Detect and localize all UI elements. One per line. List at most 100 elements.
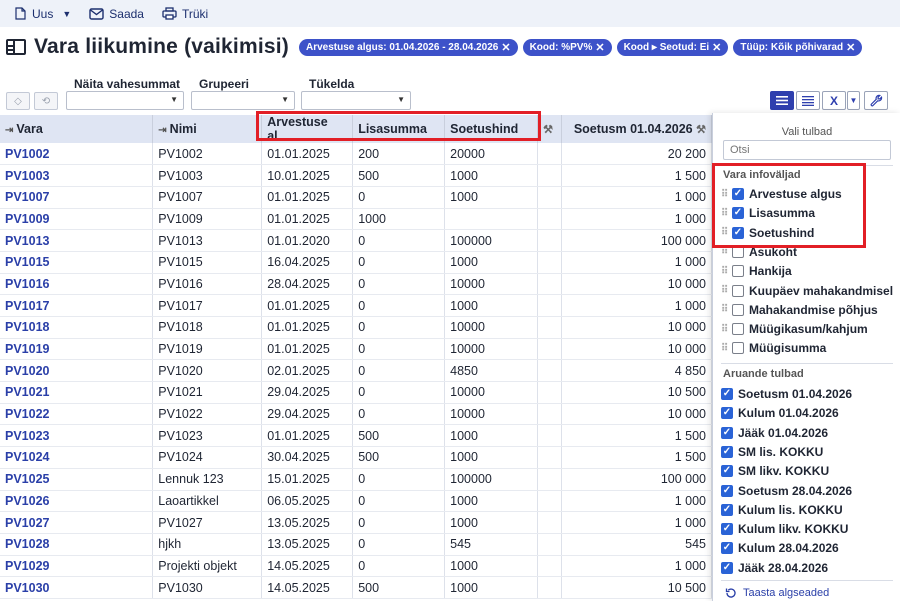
cell-asset-code[interactable]: PV1009	[0, 208, 154, 231]
column-checkbox[interactable]	[732, 323, 744, 336]
cell-asset-code[interactable]: PV1022	[0, 403, 154, 426]
cell-asset-code[interactable]: PV1016	[0, 273, 154, 296]
column-option[interactable]: ⠿ Müügikasum/kahjum	[721, 320, 868, 338]
column-option[interactable]: Jääk 28.04.2026	[721, 559, 828, 577]
column-option[interactable]: ⠿ Hankija	[721, 262, 792, 280]
column-option[interactable]: Soetusm 01.04.2026	[721, 385, 852, 403]
table-row[interactable]: PV1023 PV1023 01.01.2025 500 1000 1 500	[0, 424, 712, 448]
column-option[interactable]: ⠿ Arvestuse algus	[721, 185, 842, 203]
table-row[interactable]: PV1002 PV1002 01.01.2025 200 20000 20 200	[0, 143, 712, 166]
column-checkbox[interactable]	[721, 426, 733, 439]
filter-chip-code[interactable]: Kood: %PV% ✕	[522, 38, 612, 56]
drag-handle-icon[interactable]: ⠿	[721, 324, 730, 335]
table-row[interactable]: PV1018 PV1018 01.01.2025 0 10000 10 000	[0, 316, 712, 339]
send-button[interactable]: Saada	[83, 4, 150, 24]
table-row[interactable]: PV1017 PV1017 01.01.2025 0 1000 1 000	[0, 294, 712, 317]
drag-handle-icon[interactable]: ⠿	[721, 189, 730, 200]
column-option[interactable]: ⠿ Müügisumma	[721, 339, 826, 357]
column-option[interactable]: ⠿ Mahakandmise põhjus	[721, 301, 878, 319]
column-option[interactable]: ⠿ Asukoht	[721, 243, 797, 261]
column-checkbox[interactable]	[732, 284, 744, 297]
table-row[interactable]: PV1022 PV1022 29.04.2025 0 10000 10 000	[0, 403, 712, 426]
cell-asset-code[interactable]: PV1007	[0, 186, 154, 209]
cell-asset-code[interactable]: PV1017	[0, 294, 154, 317]
filter-chip-period[interactable]: Arvestuse algus: 01.04.2026 - 28.04.2026…	[299, 38, 518, 56]
column-option[interactable]: Kulum 01.04.2026	[721, 404, 839, 422]
column-option[interactable]: SM lis. KOKKU	[721, 443, 823, 461]
split-select[interactable]: ▼	[301, 91, 411, 110]
table-row[interactable]: PV1007 PV1007 01.01.2025 0 1000 1 000	[0, 186, 712, 209]
export-dropdown-button[interactable]: ▼	[847, 91, 860, 110]
drag-handle-icon[interactable]: ⠿	[721, 246, 730, 257]
column-checkbox[interactable]	[721, 445, 733, 458]
col-header-name[interactable]: ⇥ Nimi	[152, 115, 263, 143]
table-row[interactable]: PV1028 hjkh 13.05.2025 0 545 545	[0, 533, 712, 556]
column-option[interactable]: Jääk 01.04.2026	[721, 424, 828, 442]
drag-handle-icon[interactable]: ⠿	[721, 266, 730, 277]
table-row[interactable]: PV1030 PV1030 14.05.2025 500 1000 10 500	[0, 576, 712, 599]
filter-chip-linked[interactable]: Kood ▸ Seotud: Ei ✕	[616, 38, 729, 56]
column-checkbox[interactable]	[732, 265, 744, 278]
column-checkbox[interactable]	[721, 484, 733, 497]
filter-chip-type[interactable]: Tüüp: Kõik põhivarad ✕	[733, 38, 863, 56]
column-checkbox[interactable]	[721, 465, 733, 478]
cell-asset-code[interactable]: PV1023	[0, 424, 154, 448]
column-checkbox[interactable]	[721, 523, 733, 536]
col-header-tool[interactable]: ⚒	[537, 115, 563, 143]
table-row[interactable]: PV1029 Projekti objekt 14.05.2025 0 1000 1 00…	[0, 555, 712, 578]
collapse-button[interactable]: ◇	[6, 92, 30, 110]
column-option[interactable]: ⠿ Soetushind	[721, 224, 814, 242]
refresh-button[interactable]: ⟲	[34, 92, 58, 110]
cell-asset-code[interactable]: PV1019	[0, 338, 154, 361]
subtotals-select[interactable]: ▼	[66, 91, 184, 110]
column-option[interactable]: SM likv. KOKKU	[721, 462, 829, 480]
cell-asset-code[interactable]: PV1024	[0, 446, 154, 469]
list-view-button[interactable]	[770, 91, 794, 110]
table-row[interactable]: PV1020 PV1020 02.01.2025 0 4850 4 850	[0, 359, 712, 383]
table-row[interactable]: PV1024 PV1024 30.04.2025 500 1000 1 500	[0, 446, 712, 469]
drag-handle-icon[interactable]: ⠿	[721, 208, 730, 219]
table-row[interactable]: PV1015 PV1015 16.04.2025 0 1000 1 000	[0, 251, 712, 274]
cell-asset-code[interactable]: PV1020	[0, 359, 154, 383]
col-header-acquisition-price[interactable]: Soetushind	[444, 115, 539, 143]
excel-export-button[interactable]: X	[822, 91, 846, 110]
column-checkbox[interactable]	[732, 245, 744, 258]
sidebar-toggle-icon[interactable]	[6, 39, 26, 55]
column-checkbox[interactable]	[732, 207, 744, 220]
cell-asset-code[interactable]: PV1002	[0, 143, 154, 166]
table-row[interactable]: PV1027 PV1027 13.05.2025 0 1000 1 000	[0, 511, 712, 534]
column-checkbox[interactable]	[732, 226, 744, 239]
column-option[interactable]: Soetusm 28.04.2026	[721, 482, 852, 500]
column-checkbox[interactable]	[732, 188, 744, 200]
drag-handle-icon[interactable]: ⠿	[721, 227, 730, 238]
column-checkbox[interactable]	[732, 303, 744, 316]
col-header-additional-sum[interactable]: Lisasumma	[352, 115, 446, 143]
table-row[interactable]: PV1013 PV1013 01.01.2020 0 100000 100 000	[0, 229, 712, 252]
drag-handle-icon[interactable]: ⠿	[721, 285, 730, 296]
cell-asset-code[interactable]: PV1021	[0, 381, 154, 404]
cell-asset-code[interactable]: PV1030	[0, 576, 154, 599]
column-checkbox[interactable]	[721, 407, 733, 420]
table-row[interactable]: PV1019 PV1019 01.01.2025 0 10000 10 000	[0, 338, 712, 361]
settings-button[interactable]	[864, 91, 888, 110]
close-icon[interactable]: ✕	[846, 41, 855, 54]
table-row[interactable]: PV1003 PV1003 10.01.2025 500 1000 1 500	[0, 164, 712, 187]
col-header-calc-start[interactable]: Arvestuse al...	[261, 115, 354, 143]
table-row[interactable]: PV1025 Lennuk 123 15.01.2025 0 100000 100 000	[0, 468, 712, 491]
column-option[interactable]: ⠿ Lisasumma	[721, 204, 815, 222]
table-row[interactable]: PV1021 PV1021 29.04.2025 0 10000 10 500	[0, 381, 712, 404]
cell-asset-code[interactable]: PV1026	[0, 490, 154, 513]
drag-handle-icon[interactable]: ⠿	[721, 304, 730, 315]
close-icon[interactable]: ✕	[501, 41, 510, 54]
column-checkbox[interactable]	[721, 503, 733, 516]
column-option[interactable]: Kulum lis. KOKKU	[721, 501, 843, 519]
table-row[interactable]: PV1009 PV1009 01.01.2025 1000 1 000	[0, 208, 712, 231]
column-checkbox[interactable]	[721, 388, 733, 400]
cell-asset-code[interactable]: PV1028	[0, 533, 154, 556]
cell-asset-code[interactable]: PV1013	[0, 229, 154, 252]
column-checkbox[interactable]	[732, 342, 744, 355]
table-row[interactable]: PV1016 PV1016 28.04.2025 0 10000 10 000	[0, 273, 712, 296]
reset-defaults-button[interactable]: Taasta algseaded	[725, 587, 829, 599]
cell-asset-code[interactable]: PV1027	[0, 511, 154, 534]
cell-asset-code[interactable]: PV1015	[0, 251, 154, 274]
